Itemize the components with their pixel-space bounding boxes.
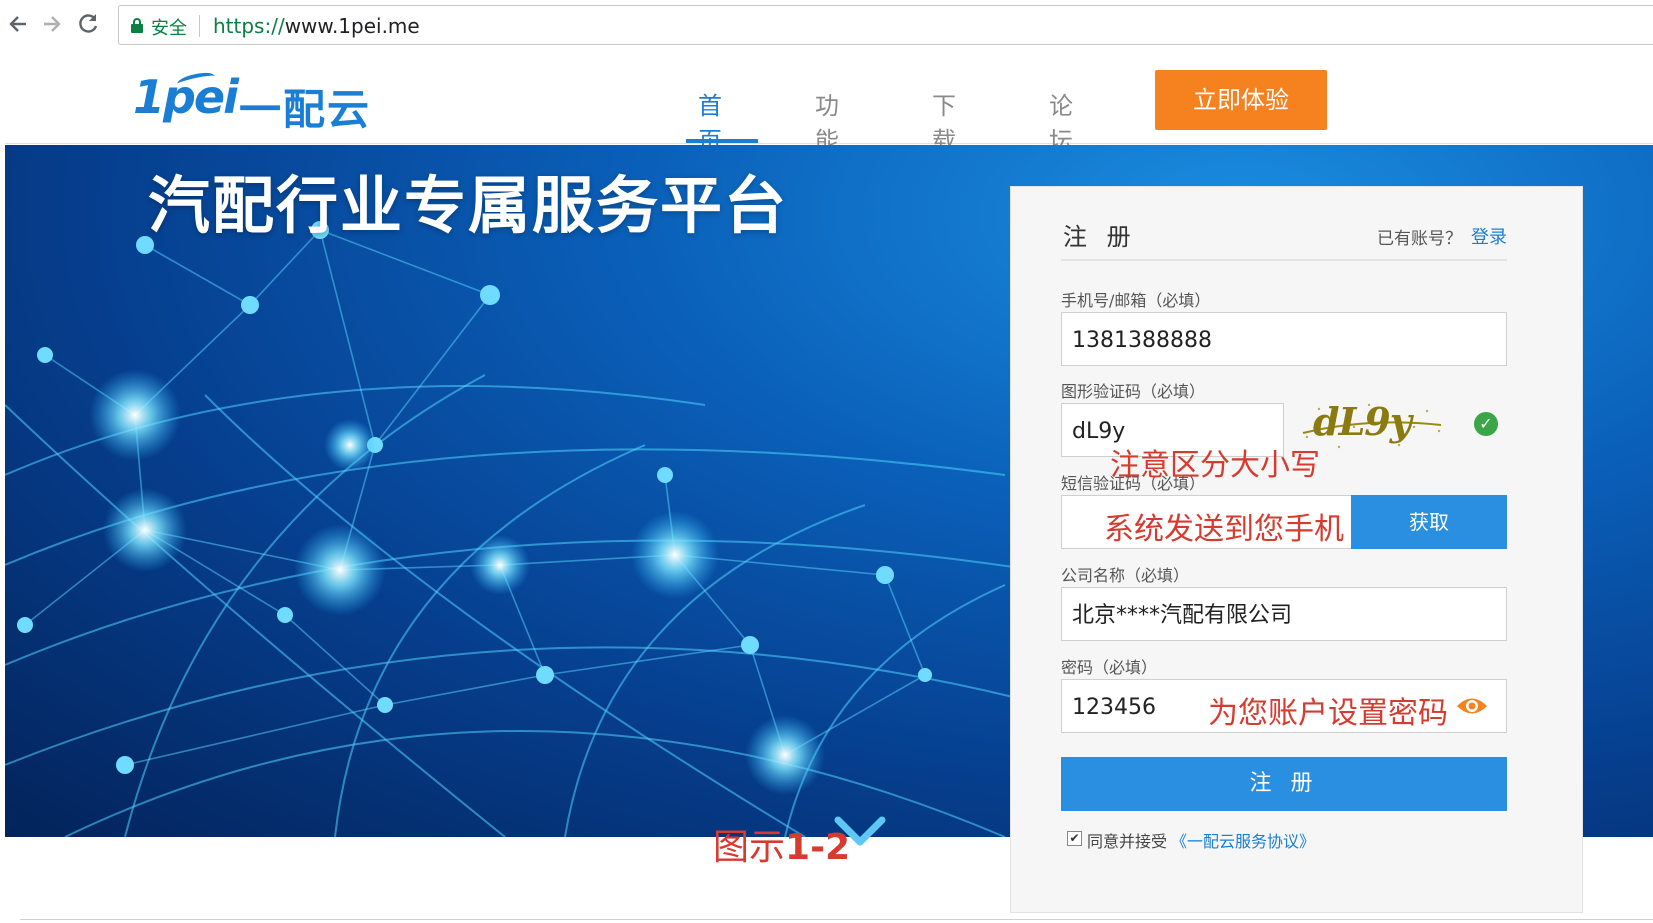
url-scheme: https:// [213,14,285,38]
browser-toolbar: 安全 https://www.1pei.me [0,0,1653,50]
logo-name: 一配云 [239,85,372,134]
chevron-down-icon [832,812,888,852]
url-host: www.1pei.me [284,14,420,38]
captcha-label: 图形验证码（必填） [1061,382,1206,401]
sms-note: 系统发送到您手机 [1104,512,1344,547]
agree-checkbox[interactable]: ✔ [1067,831,1082,846]
phone-field[interactable]: 1381388888 [1061,312,1507,366]
site-header: 1pei 一配云 首页 功能 下载 论坛 立即体验 [5,50,1653,155]
nav-active-indicator [686,139,758,143]
page-bottom-area [5,837,1065,923]
register-title: 注 册 [1063,223,1137,251]
register-submit-button[interactable]: 注 册 [1061,757,1507,811]
captcha-image-text: dL9y [1313,399,1415,444]
url-text: https://www.1pei.me [213,14,420,38]
password-note: 为您账户设置密码 [1208,696,1448,731]
figure-caption-prefix: 图示 [713,827,786,868]
captcha-image[interactable]: dL9y [1299,397,1444,453]
phone-label: 手机号/邮箱（必填） [1061,291,1211,310]
secure-label: 安全 [151,18,187,39]
reload-icon[interactable] [74,10,102,38]
address-separator [199,15,200,37]
forward-arrow-icon[interactable] [38,10,66,38]
bottom-divider [20,919,1653,920]
company-label: 公司名称（必填） [1061,566,1190,585]
site-logo[interactable]: 1pei 一配云 [133,70,383,134]
agree-text: 同意并接受 [1087,832,1168,851]
hero-title: 汽配行业专属服务平台 [148,169,789,242]
back-arrow-icon[interactable] [4,10,32,38]
have-account-text: 已有账号？ [1377,229,1462,249]
captcha-case-note: 注意区分大小写 [1110,448,1320,483]
company-name-field[interactable]: 北京****汽配有限公司 [1061,587,1507,641]
service-agreement-link[interactable]: 《一配云服务协议》 [1171,828,1315,852]
lock-icon [131,18,143,33]
get-sms-code-button[interactable]: 获取 [1351,495,1507,549]
eye-icon[interactable] [1455,695,1489,717]
login-link[interactable]: 登录 [1471,223,1507,249]
register-panel: 注 册 已有账号？ 登录 手机号/邮箱（必填） 1381388888 图形验证码… [1010,186,1583,913]
address-bar[interactable]: 安全 https://www.1pei.me [118,5,1653,45]
panel-divider [1061,259,1507,261]
password-label: 密码（必填） [1061,658,1158,677]
try-now-button[interactable]: 立即体验 [1155,70,1327,130]
check-circle-icon: ✓ [1474,412,1498,436]
figure-caption: 图示1-2 [713,818,850,870]
